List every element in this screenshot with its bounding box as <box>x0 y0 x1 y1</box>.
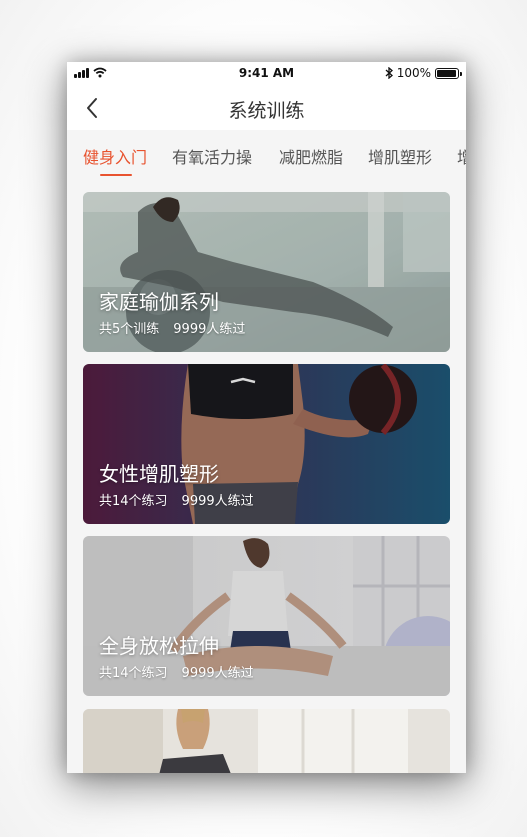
course-card-home-yoga[interactable]: 家庭瑜伽系列 共5个训练 9999人练过 <box>83 192 450 352</box>
card-title: 女性增肌塑形 <box>99 462 219 486</box>
course-card-full-body-stretch[interactable]: 全身放松拉伸 共14个练习 9999人练过 <box>83 536 450 696</box>
page-title: 系统训练 <box>228 100 305 122</box>
card-participant-count: 9999人练过 <box>181 494 254 509</box>
card-meta: 共14个练习 9999人练过 <box>99 490 254 509</box>
card-exercise-count: 共14个练习 <box>99 666 168 681</box>
card-title: 家庭瑜伽系列 <box>99 290 219 314</box>
stretch-photo <box>83 709 450 773</box>
tab-aerobics[interactable]: 有氧活力操 <box>172 144 252 168</box>
screenshot-stage: 9:41 AM 100% 系统训练 健身入门 有氧活力操 减肥燃脂 增肌塑形 增… <box>0 0 527 837</box>
card-meta: 共5个训练 9999人练过 <box>99 318 245 337</box>
status-right: 100% <box>385 66 462 80</box>
card-title: 全身放松拉伸 <box>99 634 219 658</box>
card-meta: 共14个练习 9999人练过 <box>99 662 254 681</box>
status-bar: 9:41 AM 100% <box>67 62 466 86</box>
battery-fill <box>437 69 456 77</box>
tab-fat-burning[interactable]: 减肥燃脂 <box>279 144 343 168</box>
bluetooth-icon <box>385 67 393 79</box>
tab-muscle-building[interactable]: 增肌塑形 <box>368 144 432 168</box>
course-card-female-muscle[interactable]: 女性增肌塑形 共14个练习 9999人练过 <box>83 364 450 524</box>
card-participant-count: 9999人练过 <box>173 322 246 337</box>
nav-bar: 系统训练 <box>67 86 466 130</box>
phone-screen: 9:41 AM 100% 系统训练 健身入门 有氧活力操 减肥燃脂 增肌塑形 增… <box>67 62 466 773</box>
tab-fitness-intro[interactable]: 健身入门 <box>83 144 147 168</box>
battery-icon <box>435 67 462 79</box>
battery-percent: 100% <box>396 66 431 80</box>
course-card-partial[interactable] <box>83 709 450 773</box>
category-tabs: 健身入门 有氧活力操 减肥燃脂 增肌塑形 增 <box>67 130 466 178</box>
tab-partial-next[interactable]: 增 <box>457 144 466 168</box>
active-tab-indicator <box>100 174 132 176</box>
card-exercise-count: 共5个训练 <box>99 322 160 337</box>
card-participant-count: 9999人练过 <box>181 666 254 681</box>
card-exercise-count: 共14个练习 <box>99 494 168 509</box>
